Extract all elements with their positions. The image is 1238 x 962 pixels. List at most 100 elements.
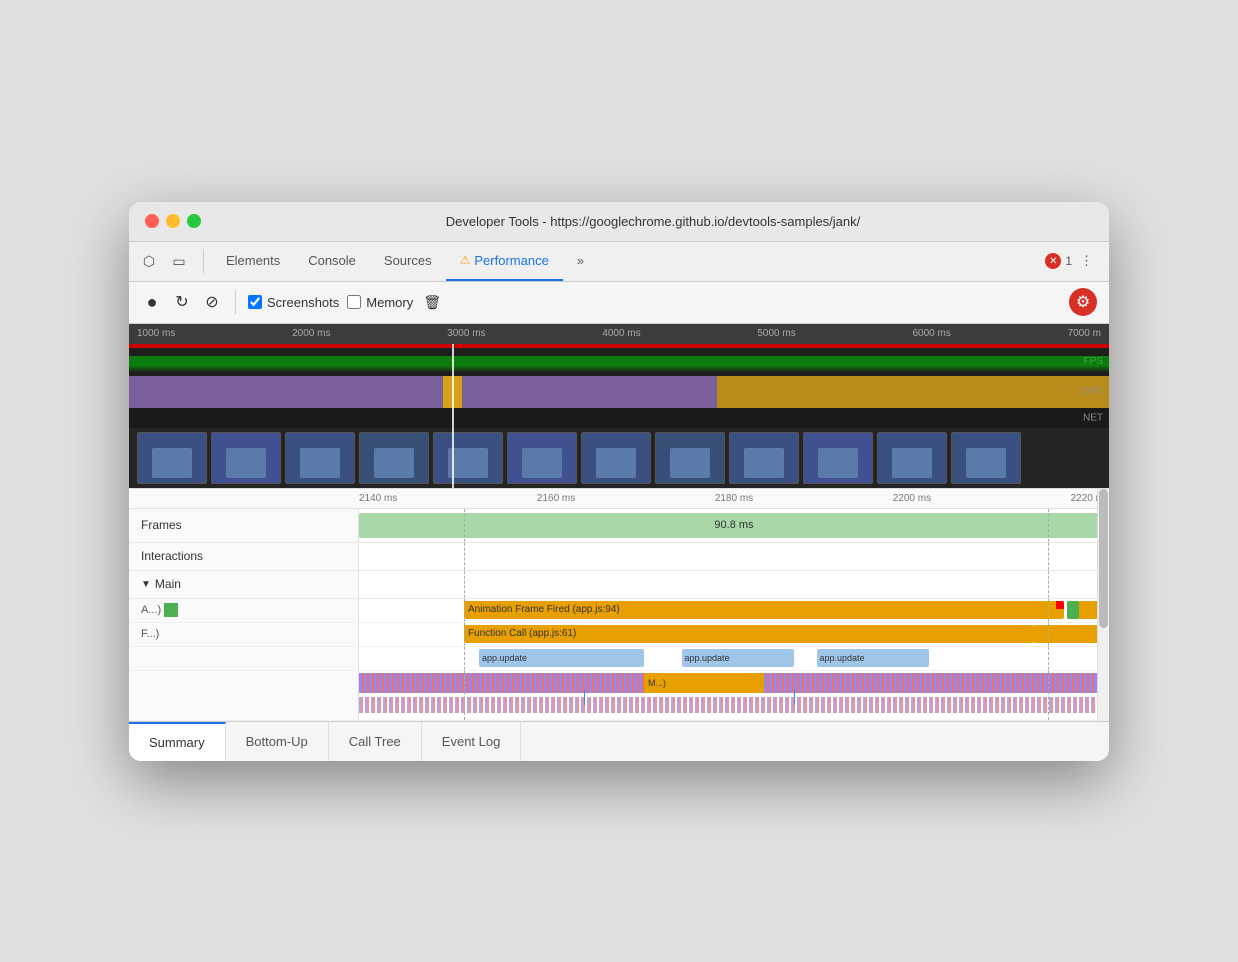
app-update-3[interactable]: app.update xyxy=(817,649,930,667)
net-track: NET xyxy=(129,408,1109,428)
detail-mark-2140: 2140 ms xyxy=(359,493,397,504)
clear-button[interactable]: ⊘ xyxy=(201,291,223,313)
minimize-button[interactable] xyxy=(166,214,180,228)
tab-summary[interactable]: Summary xyxy=(129,722,226,761)
maximize-button[interactable] xyxy=(187,214,201,228)
net-label: NET xyxy=(1083,412,1103,423)
cursor-icon[interactable]: ⬡ xyxy=(137,249,161,273)
cpu-track: CPU xyxy=(129,376,1109,408)
function-call-block[interactable]: Function Call (app.js:61) xyxy=(464,625,1034,643)
reload-button[interactable]: ↻ xyxy=(171,291,193,313)
m-block[interactable]: M...) xyxy=(644,673,764,693)
overview-ruler: 1000 ms 2000 ms 3000 ms 4000 ms 5000 ms … xyxy=(129,324,1109,344)
flame-label-func: F...) xyxy=(129,623,359,646)
frames-value: 90.8 ms xyxy=(714,519,753,531)
flame-label-app-update xyxy=(129,647,359,670)
main-content-header xyxy=(359,571,1109,598)
flame-content-app-update: app.update app.update app.update xyxy=(359,647,1109,670)
tab-bar: ⬡ ▭ Elements Console Sources ⚠ Performan… xyxy=(129,242,1109,282)
flame-row-func: F...) Function Call (app.js:61) xyxy=(129,623,1109,647)
tab-event-log[interactable]: Event Log xyxy=(422,722,522,761)
animation-frame-block[interactable]: Animation Frame Fired (app.js:94) xyxy=(464,601,1064,619)
memory-checkbox[interactable] xyxy=(347,295,361,309)
frame-red-corner xyxy=(1056,601,1064,609)
interactions-track: Interactions xyxy=(129,543,1109,571)
devtools-icons: ⬡ ▭ xyxy=(137,249,204,273)
interactions-content xyxy=(359,543,1109,570)
detail-time-marks: 2140 ms 2160 ms 2180 ms 2200 ms 2220 ms xyxy=(359,493,1109,504)
mark-5000: 5000 ms xyxy=(757,328,795,339)
screenshots-checkbox-label[interactable]: Screenshots xyxy=(248,295,339,310)
close-button[interactable] xyxy=(145,214,159,228)
dashed-anim-r xyxy=(1048,599,1049,622)
main-section-header: ▼ Main xyxy=(129,571,1109,599)
warning-icon: ⚠ xyxy=(460,253,471,267)
error-badge: ✕ xyxy=(1045,253,1061,269)
screenshot-thumb xyxy=(877,432,947,484)
mark-4000: 4000 ms xyxy=(602,328,640,339)
tab-bottom-up[interactable]: Bottom-Up xyxy=(226,722,329,761)
screenshots-checkbox[interactable] xyxy=(248,295,262,309)
mark-2000: 2000 ms xyxy=(292,328,330,339)
title-bar: Developer Tools - https://googlechrome.g… xyxy=(129,202,1109,242)
screenshot-thumb xyxy=(951,432,1021,484)
more-options-button[interactable]: ⋮ xyxy=(1072,249,1101,273)
scrollbar-thumb[interactable] xyxy=(1099,489,1108,628)
traffic-lights xyxy=(145,214,201,228)
main-text: Main xyxy=(155,577,181,591)
dashed-anim-l xyxy=(464,599,465,622)
mark-3000: 3000 ms xyxy=(447,328,485,339)
right-green-block xyxy=(1067,601,1079,619)
settings-button[interactable]: ⚙ xyxy=(1069,288,1097,316)
frames-track: Frames 90.8 ms xyxy=(129,509,1109,543)
tab-console[interactable]: Console xyxy=(294,241,370,281)
detail-area: 2140 ms 2160 ms 2180 ms 2200 ms 2220 ms … xyxy=(129,488,1109,721)
ruler-marks: 1000 ms 2000 ms 3000 ms 4000 ms 5000 ms … xyxy=(137,328,1101,339)
screenshot-thumb xyxy=(359,432,429,484)
screenshot-thumb xyxy=(581,432,651,484)
dashed-right-3 xyxy=(1048,571,1049,598)
dashed-app-l xyxy=(464,647,465,670)
screenshot-thumb xyxy=(433,432,503,484)
flame-label-dense xyxy=(129,671,359,720)
device-icon[interactable]: ▭ xyxy=(167,249,191,273)
app-update-2[interactable]: app.update xyxy=(682,649,795,667)
screenshot-thumb xyxy=(507,432,577,484)
flame-content-func: Function Call (app.js:61) xyxy=(359,623,1109,646)
tab-performance[interactable]: ⚠ Performance xyxy=(446,241,563,281)
app-update-1[interactable]: app.update xyxy=(479,649,644,667)
detail-scrollbar[interactable] xyxy=(1097,489,1109,721)
dashed-func-r xyxy=(1048,623,1049,646)
separator-1 xyxy=(235,290,236,314)
v-marker-2 xyxy=(794,689,795,705)
fps-row: FPS xyxy=(129,348,1109,376)
record-button[interactable]: ● xyxy=(141,291,163,313)
tab-call-tree[interactable]: Call Tree xyxy=(329,722,422,761)
window-title: Developer Tools - https://googlechrome.g… xyxy=(213,214,1093,229)
delete-button[interactable]: 🗑 xyxy=(421,291,443,313)
timeline-overview[interactable]: 1000 ms 2000 ms 3000 ms 4000 ms 5000 ms … xyxy=(129,324,1109,488)
dashed-left-2 xyxy=(464,543,465,570)
mark-6000: 6000 ms xyxy=(912,328,950,339)
flame-row-dense: M...) xyxy=(129,671,1109,721)
devtools-window: Developer Tools - https://googlechrome.g… xyxy=(129,202,1109,761)
dashed-right xyxy=(1048,509,1049,542)
detail-mark-2160: 2160 ms xyxy=(537,493,575,504)
tab-sources[interactable]: Sources xyxy=(370,241,446,281)
timeline-cursor xyxy=(452,344,454,488)
dashed-dense-l xyxy=(464,671,465,720)
tab-elements[interactable]: Elements xyxy=(212,241,294,281)
dashed-left-3 xyxy=(464,571,465,598)
frames-content: 90.8 ms xyxy=(359,509,1109,542)
memory-checkbox-label[interactable]: Memory xyxy=(347,295,413,310)
dashed-app-r xyxy=(1048,647,1049,670)
green-small-block xyxy=(164,603,178,617)
cpu-fill xyxy=(129,376,1109,408)
screenshot-thumb xyxy=(211,432,281,484)
mark-7000: 7000 m xyxy=(1068,328,1101,339)
tab-more[interactable]: » xyxy=(563,241,598,281)
screenshot-thumb xyxy=(137,432,207,484)
detail-ruler: 2140 ms 2160 ms 2180 ms 2200 ms 2220 ms xyxy=(129,489,1109,509)
dashed-func-l xyxy=(464,623,465,646)
flame-row-anim: A...) Animation Frame Fired (app.js:94) xyxy=(129,599,1109,623)
